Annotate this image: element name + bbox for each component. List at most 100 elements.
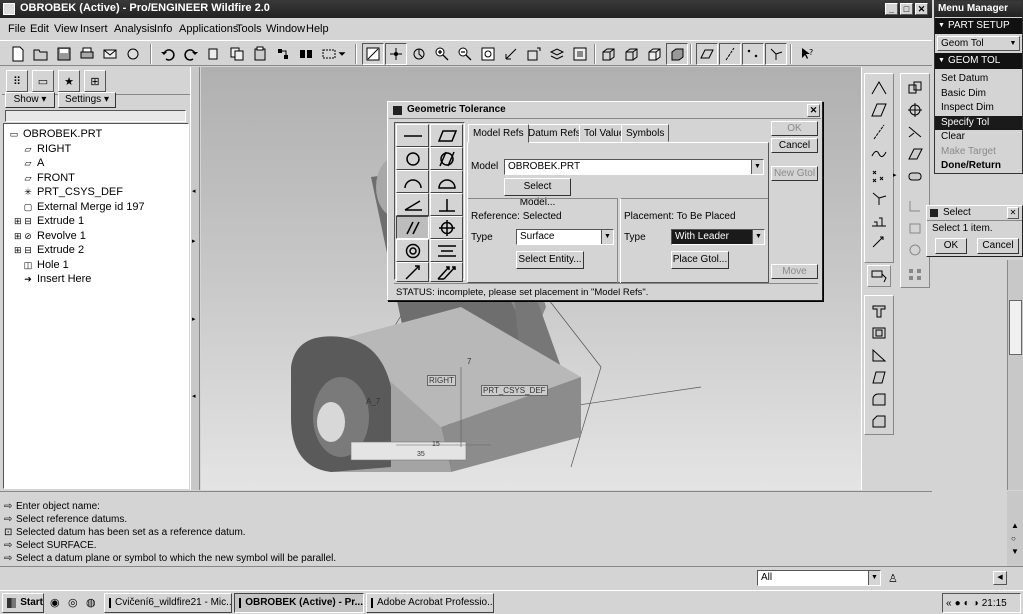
undo-icon[interactable] xyxy=(157,43,179,65)
tree-item[interactable]: ▭ OBROBEK.PRT xyxy=(8,127,184,142)
taskbar-task[interactable]: Cvičení6_wildfire21 - Mic... xyxy=(104,593,232,613)
mirror-icon[interactable] xyxy=(903,77,927,99)
expand-toggle-icon[interactable]: ⊞ xyxy=(14,243,22,258)
datum-planes-toggle-icon[interactable] xyxy=(696,43,718,65)
new-file-icon[interactable] xyxy=(7,43,29,65)
tree-item[interactable]: ✳ PRT_CSYS_DEF xyxy=(8,185,184,200)
taskbar-task[interactable]: Adobe Acrobat Professio... xyxy=(366,593,494,613)
scrollbar-thumb[interactable] xyxy=(1009,300,1022,355)
filter-select[interactable]: All ▼ xyxy=(757,570,881,586)
start-button[interactable]: Start xyxy=(2,593,44,613)
menu-item-make-target[interactable]: Make Target xyxy=(935,145,1022,160)
dim-label-7[interactable]: 7 xyxy=(467,357,471,366)
datum-curve-icon[interactable] xyxy=(867,143,891,165)
zoom-out-icon[interactable] xyxy=(454,43,476,65)
datum-axis-icon[interactable] xyxy=(867,121,891,143)
cylindricity-symbol-icon[interactable] xyxy=(430,147,463,170)
hole-icon[interactable] xyxy=(867,300,891,322)
saved-views-icon[interactable] xyxy=(523,43,545,65)
tab-datum-refs[interactable]: Datum Refs xyxy=(523,124,586,142)
total-runout-symbol-icon[interactable] xyxy=(430,262,463,282)
copy-icon[interactable] xyxy=(226,43,248,65)
menu-item-done-return[interactable]: Done/Return xyxy=(935,159,1022,174)
menu-item-set-datum[interactable]: Set Datum xyxy=(935,72,1022,87)
surface-profile-symbol-icon[interactable] xyxy=(430,170,463,193)
favorites-tab[interactable]: ★ xyxy=(58,70,80,92)
ok-button[interactable]: OK xyxy=(771,121,818,136)
solidify-icon[interactable] xyxy=(903,217,927,239)
geom-tol-select[interactable]: Geom Tol ▼ xyxy=(937,36,1020,51)
placement-type-select[interactable]: With Leader ▼ xyxy=(671,229,765,245)
annotation-icon[interactable] xyxy=(867,265,891,287)
perpendicularity-symbol-icon[interactable] xyxy=(430,193,463,216)
regenerate-icon[interactable] xyxy=(272,43,294,65)
menu-info[interactable]: Info xyxy=(150,20,176,38)
view-manager-icon[interactable] xyxy=(569,43,591,65)
position-symbol-icon[interactable] xyxy=(430,216,463,239)
tab-model-refs[interactable]: Model Refs xyxy=(468,124,529,143)
settings-menu-button[interactable]: Settings ▾ xyxy=(58,92,116,108)
tree-item[interactable]: ▢ External Merge id 197 xyxy=(8,200,184,215)
flyout-arrow-icon[interactable]: ▸ xyxy=(893,171,897,179)
scroll-down-arrow-icon[interactable]: ▼ xyxy=(1011,547,1019,556)
tree-item[interactable]: ▱ FRONT xyxy=(8,171,184,186)
angularity-symbol-icon[interactable] xyxy=(396,193,429,216)
extend-icon[interactable] xyxy=(903,143,927,165)
select-cancel-button[interactable]: Cancel xyxy=(977,238,1019,254)
tray-shield-icon[interactable]: ● xyxy=(955,598,961,609)
quicklaunch-ie-icon[interactable]: ◉ xyxy=(50,596,60,609)
menu-item-inspect-dim[interactable]: Inspect Dim xyxy=(935,101,1022,116)
expand-toggle-icon[interactable]: ⊞ xyxy=(14,229,22,244)
open-folder-icon[interactable] xyxy=(30,43,52,65)
menu-item-specify-tol[interactable]: Specify Tol xyxy=(935,115,1022,130)
tree-item[interactable]: ▱ RIGHT xyxy=(8,142,184,157)
scroll-corner-button[interactable]: ◀ xyxy=(993,571,1007,585)
straightness-symbol-icon[interactable] xyxy=(396,124,429,147)
tray-chevron-icon[interactable]: « xyxy=(946,598,952,609)
tree-item[interactable]: ▱ A xyxy=(8,156,184,171)
shell-icon[interactable] xyxy=(867,322,891,344)
find-icon[interactable] xyxy=(295,43,317,65)
csys-toggle-icon[interactable] xyxy=(765,43,787,65)
model-tree-tab[interactable]: ⠿ xyxy=(6,70,28,92)
right-scrollbar[interactable] xyxy=(1007,260,1023,490)
dim-label-15[interactable]: 15 xyxy=(432,441,440,448)
chevron-down-icon[interactable] xyxy=(335,43,349,65)
line-profile-symbol-icon[interactable] xyxy=(396,170,429,193)
analysis-feature-icon[interactable] xyxy=(867,209,891,231)
scroll-thumb-icon[interactable]: ○ xyxy=(1011,534,1016,543)
paste-icon[interactable] xyxy=(249,43,271,65)
round-icon[interactable] xyxy=(867,388,891,410)
hidden-line-icon[interactable] xyxy=(620,43,642,65)
collapse-arrow-icon[interactable]: ◂ xyxy=(192,392,196,400)
save-icon[interactable] xyxy=(53,43,75,65)
shading-icon[interactable] xyxy=(666,43,688,65)
refit-icon[interactable] xyxy=(477,43,499,65)
draft-icon[interactable] xyxy=(867,366,891,388)
datum-label-csys[interactable]: PRT_CSYS_DEF xyxy=(481,385,548,396)
collapse-arrow-icon[interactable]: ◂ xyxy=(192,187,196,195)
repaint-icon[interactable] xyxy=(362,43,384,65)
tree-item[interactable]: ⊞ ⊟ Extrude 2 xyxy=(8,243,184,258)
circular-runout-symbol-icon[interactable] xyxy=(396,262,429,282)
symmetry-symbol-icon[interactable] xyxy=(430,239,463,262)
print-icon[interactable] xyxy=(76,43,98,65)
orient-mode-icon[interactable] xyxy=(408,43,430,65)
tree-item[interactable]: ⊞ ⊟ Extrude 1 xyxy=(8,214,184,229)
reorient-icon[interactable] xyxy=(500,43,522,65)
datum-point-icon[interactable] xyxy=(867,165,891,187)
spin-center-icon[interactable] xyxy=(385,43,407,65)
message-scrollbar[interactable]: ▲ ○ ▼ xyxy=(1007,491,1023,571)
smart-filter-icon[interactable]: ♙ xyxy=(888,572,898,585)
taskbar-task[interactable]: OBROBEK (Active) - Pr... xyxy=(234,593,364,613)
menu-insert[interactable]: Insert xyxy=(76,20,112,38)
collapse-arrow-icon[interactable]: ▸ xyxy=(192,315,196,323)
ref-type-select[interactable]: Surface ▼ xyxy=(516,229,614,245)
menu-item-clear[interactable]: Clear xyxy=(935,130,1022,145)
offset-icon[interactable] xyxy=(903,165,927,187)
menu-edit[interactable]: Edit xyxy=(26,20,53,38)
send-mail-icon[interactable] xyxy=(99,43,121,65)
wireframe-icon[interactable] xyxy=(597,43,619,65)
csys-icon[interactable] xyxy=(867,187,891,209)
folder-browser-tab[interactable]: ▭ xyxy=(32,70,54,92)
